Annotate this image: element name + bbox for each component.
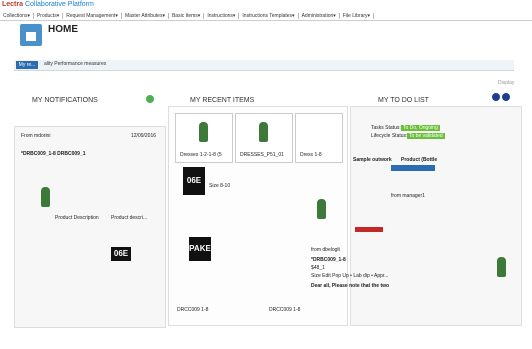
code-box: PAKE <box>189 237 211 261</box>
tab-my-to-do-list[interactable]: MY TO DO LIST <box>378 97 429 104</box>
task-status-value[interactable]: To Do, Ongoing <box>401 125 440 131</box>
brand-name: Collaborative Platform <box>24 1 94 8</box>
product-thumbnail[interactable] <box>497 257 506 277</box>
todo-message: Dear all, Please note that the two <box>311 283 390 289</box>
product-thumbnail[interactable] <box>41 187 50 207</box>
display-label[interactable]: Display <box>498 80 514 86</box>
lock-icon[interactable] <box>492 93 500 101</box>
nav-products[interactable]: Products▾ <box>34 12 64 19</box>
todo-short: $48_1 <box>311 265 325 271</box>
nav-master-attributes[interactable]: Master Attributes▾ <box>122 12 169 19</box>
recent-items-panel: Dresses 1-2-1-8 (5 DRESSES_P51_01 Dress … <box>168 106 348 326</box>
recent-bottom-label: DRCC009 1-8 <box>177 307 209 313</box>
tab-my-recent-items[interactable]: MY RECENT ITEMS <box>190 97 254 104</box>
product-thumbnail[interactable] <box>317 199 326 219</box>
todo-from-manager: from manager1 <box>391 193 425 199</box>
app-brand: Lectra Collaborative Platform <box>2 1 94 8</box>
filter-bar: My re... ality Performance measures <box>14 60 514 71</box>
nav-instructions[interactable]: Instructions▾ <box>204 12 240 19</box>
notification-date: 12/09/2016 <box>131 133 157 139</box>
recent-item-card[interactable]: DRESSES_P51_01 <box>235 113 293 163</box>
alert-bar <box>355 227 383 232</box>
filter-chip[interactable]: My re... <box>16 61 38 69</box>
recent-item-label: Dresses 1-2-1-8 (5 <box>180 152 222 158</box>
nav-basic-items[interactable]: Basic Items▾ <box>169 12 205 19</box>
product-description-label: Product Description <box>55 215 99 221</box>
todo-from-user: from dbeloglt <box>311 247 340 253</box>
product-link[interactable]: Product (Bottle <box>401 157 437 163</box>
product-description-value: Product descri... <box>111 215 148 221</box>
lifecycle-value[interactable]: To be validated <box>407 133 445 139</box>
lifecycle-label: Lifecycle Status: <box>371 133 408 139</box>
notification-from: From mdorini <box>21 133 51 139</box>
progress-bar <box>391 165 435 171</box>
todo-code[interactable]: *DRBC009_1-8 <box>311 257 346 263</box>
home-icon[interactable] <box>20 24 42 46</box>
lock-icon[interactable] <box>502 93 510 101</box>
page-title: HOME <box>48 24 78 35</box>
size-label: Size 8-10 <box>209 183 231 189</box>
tab-my-notifications[interactable]: MY NOTIFICATIONS <box>32 97 98 104</box>
product-thumbnail <box>199 122 208 142</box>
code-box: 06E <box>111 247 131 261</box>
notification-status-icon[interactable] <box>146 95 154 103</box>
recent-item-card[interactable]: Dress 1-8 <box>295 113 343 163</box>
nav-request-management[interactable]: Request Management▾ <box>63 12 122 19</box>
recent-item-label: Dress 1-8 <box>300 152 322 158</box>
sample-link[interactable]: Sample outwork <box>353 157 392 163</box>
notification-subject[interactable]: *DRBC009_1-8 DRBC009_1 <box>21 151 85 157</box>
product-thumbnail <box>259 122 268 142</box>
notifications-panel: From mdorini 12/09/2016 *DRBC009_1-8 DRB… <box>14 126 166 328</box>
task-status-label: Tasks Status: <box>371 125 401 131</box>
nav-instructions-templates[interactable]: Instructions Templates▾ <box>239 12 299 19</box>
recent-item-card[interactable]: Dresses 1-2-1-8 (5 <box>175 113 233 163</box>
nav-file-library[interactable]: File Library▾ <box>340 12 375 19</box>
nav-administration[interactable]: Administration▾ <box>299 12 340 19</box>
todo-links[interactable]: Size Edit Pop Up • Lab dip • Appr... <box>311 273 388 279</box>
recent-item-label: DRESSES_P51_01 <box>240 152 284 158</box>
code-box: 06E <box>183 167 205 195</box>
top-navigation: Collections▾ Products▾ Request Managemen… <box>0 11 532 21</box>
filter-text: ality Performance measures <box>44 61 107 67</box>
todo-panel: Tasks Status: To Do, Ongoing Lifecycle S… <box>311 106 522 326</box>
brand-prefix: Lectra <box>2 1 24 8</box>
recent-bottom-label: DRCC009 1-8 <box>269 307 301 313</box>
nav-collections[interactable]: Collections▾ <box>0 12 34 19</box>
